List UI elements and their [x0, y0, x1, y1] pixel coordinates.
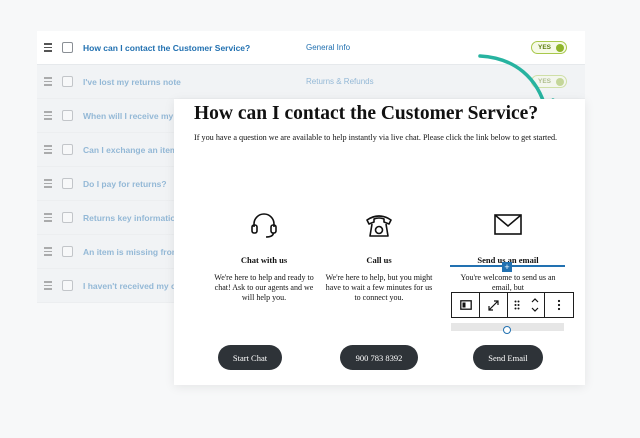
- row-checkbox[interactable]: [62, 280, 73, 291]
- row-checkbox[interactable]: [62, 144, 73, 155]
- drag-handle-icon[interactable]: [44, 111, 52, 120]
- move-up-down-icon[interactable]: [526, 293, 544, 317]
- row-checkbox[interactable]: [62, 178, 73, 189]
- faq-category[interactable]: General Info: [306, 43, 350, 52]
- card-title: How can I contact the Customer Service?: [194, 103, 539, 124]
- headset-icon: [204, 211, 324, 239]
- contact-column-email: Send us an email You're welcome to send …: [448, 211, 568, 293]
- drag-handle-icon[interactable]: [44, 145, 52, 154]
- row-checkbox[interactable]: [62, 110, 73, 121]
- row-checkbox[interactable]: [62, 76, 73, 87]
- send-email-button[interactable]: Send Email: [473, 345, 543, 370]
- faq-question[interactable]: I've lost my returns note: [83, 77, 308, 87]
- drag-handle-icon[interactable]: [44, 247, 52, 256]
- row-checkbox[interactable]: [62, 42, 73, 53]
- move-controls: [508, 293, 545, 317]
- column-text[interactable]: You're welcome to send us an email, but: [448, 273, 568, 293]
- drag-handle-icon[interactable]: [44, 77, 52, 86]
- call-button[interactable]: 900 783 8392: [340, 345, 418, 370]
- contact-column-call: Call us We're here to help, but you migh…: [319, 211, 439, 303]
- row-checkbox[interactable]: [62, 212, 73, 223]
- add-block-icon[interactable]: +: [502, 262, 512, 272]
- row-checkbox[interactable]: [62, 246, 73, 257]
- faq-question[interactable]: How can I contact the Customer Service?: [83, 43, 308, 53]
- faq-preview-card: How can I contact the Customer Service? …: [174, 99, 585, 385]
- contact-column-chat: Chat with us We're here to help and read…: [204, 211, 324, 303]
- start-chat-button[interactable]: Start Chat: [218, 345, 282, 370]
- drag-handle-icon[interactable]: [44, 179, 52, 188]
- drag-icon[interactable]: [508, 293, 526, 317]
- phone-icon: [319, 211, 439, 239]
- drag-handle-icon[interactable]: [44, 43, 52, 52]
- mail-icon: [448, 211, 568, 239]
- column-text: We're here to help, but you might have t…: [325, 273, 433, 302]
- faq-category[interactable]: Returns & Refunds: [306, 77, 374, 86]
- more-options-icon[interactable]: [545, 293, 573, 317]
- column-title: Chat with us: [240, 255, 288, 265]
- column-title: Call us: [366, 255, 392, 265]
- block-type-icon[interactable]: [452, 293, 480, 317]
- drag-handle-icon[interactable]: [44, 213, 52, 222]
- block-toolbar: [451, 292, 574, 318]
- column-text: We're here to help and ready to chat! As…: [214, 273, 314, 302]
- fullscreen-icon[interactable]: [480, 293, 508, 317]
- drag-handle-icon[interactable]: [44, 281, 52, 290]
- resize-handle[interactable]: [503, 326, 511, 334]
- card-intro: If you have a question we are available …: [194, 133, 558, 142]
